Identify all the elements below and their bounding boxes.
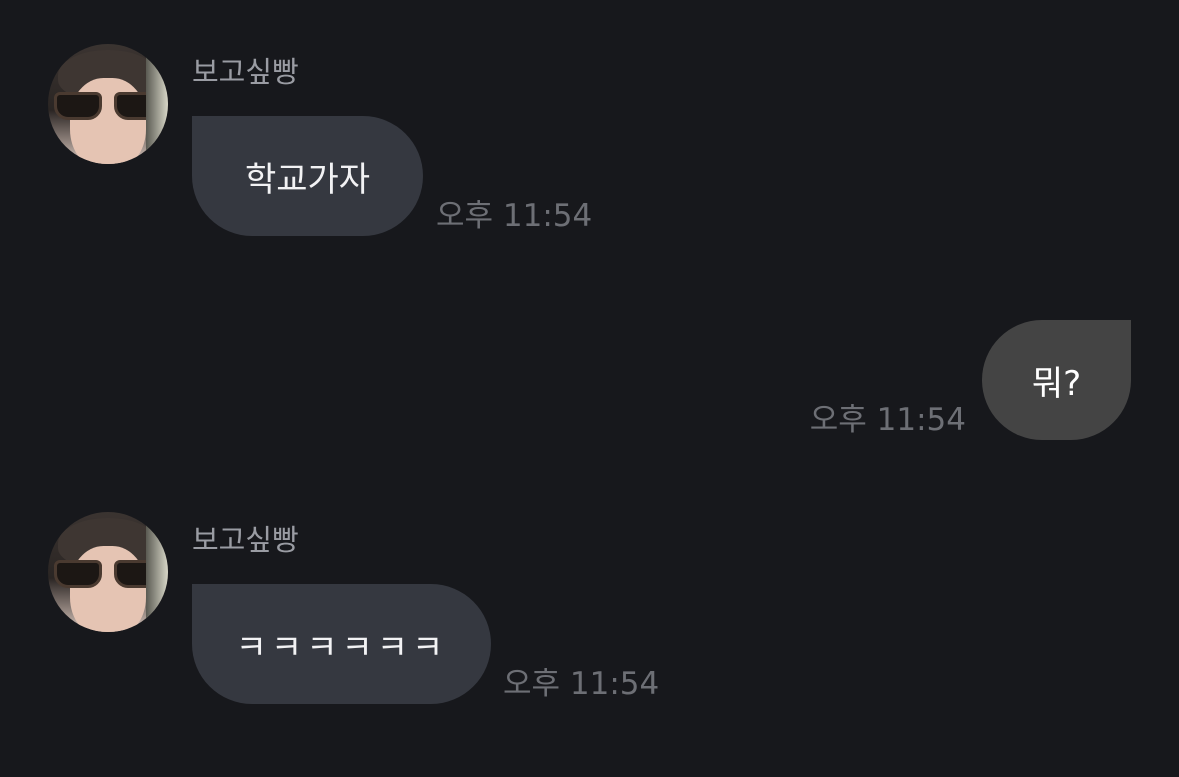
avatar[interactable] <box>48 512 168 632</box>
sender-name: 보고싶빵 <box>192 523 299 557</box>
message-timestamp: 오후 11:54 <box>503 666 660 702</box>
message-bubble[interactable]: ㅋㅋㅋㅋㅋㅋ <box>192 584 491 704</box>
avatar-background <box>146 512 168 632</box>
message-timestamp: 오후 11:54 <box>809 402 966 438</box>
avatar-background <box>146 44 168 164</box>
message-bubble[interactable]: 학교가자 <box>192 116 423 236</box>
avatar[interactable] <box>48 44 168 164</box>
message-bubble[interactable]: 뭐? <box>982 320 1131 440</box>
avatar-face <box>70 546 146 632</box>
avatar-face <box>70 78 146 164</box>
sender-name: 보고싶빵 <box>192 55 299 89</box>
message-timestamp: 오후 11:54 <box>436 198 593 234</box>
